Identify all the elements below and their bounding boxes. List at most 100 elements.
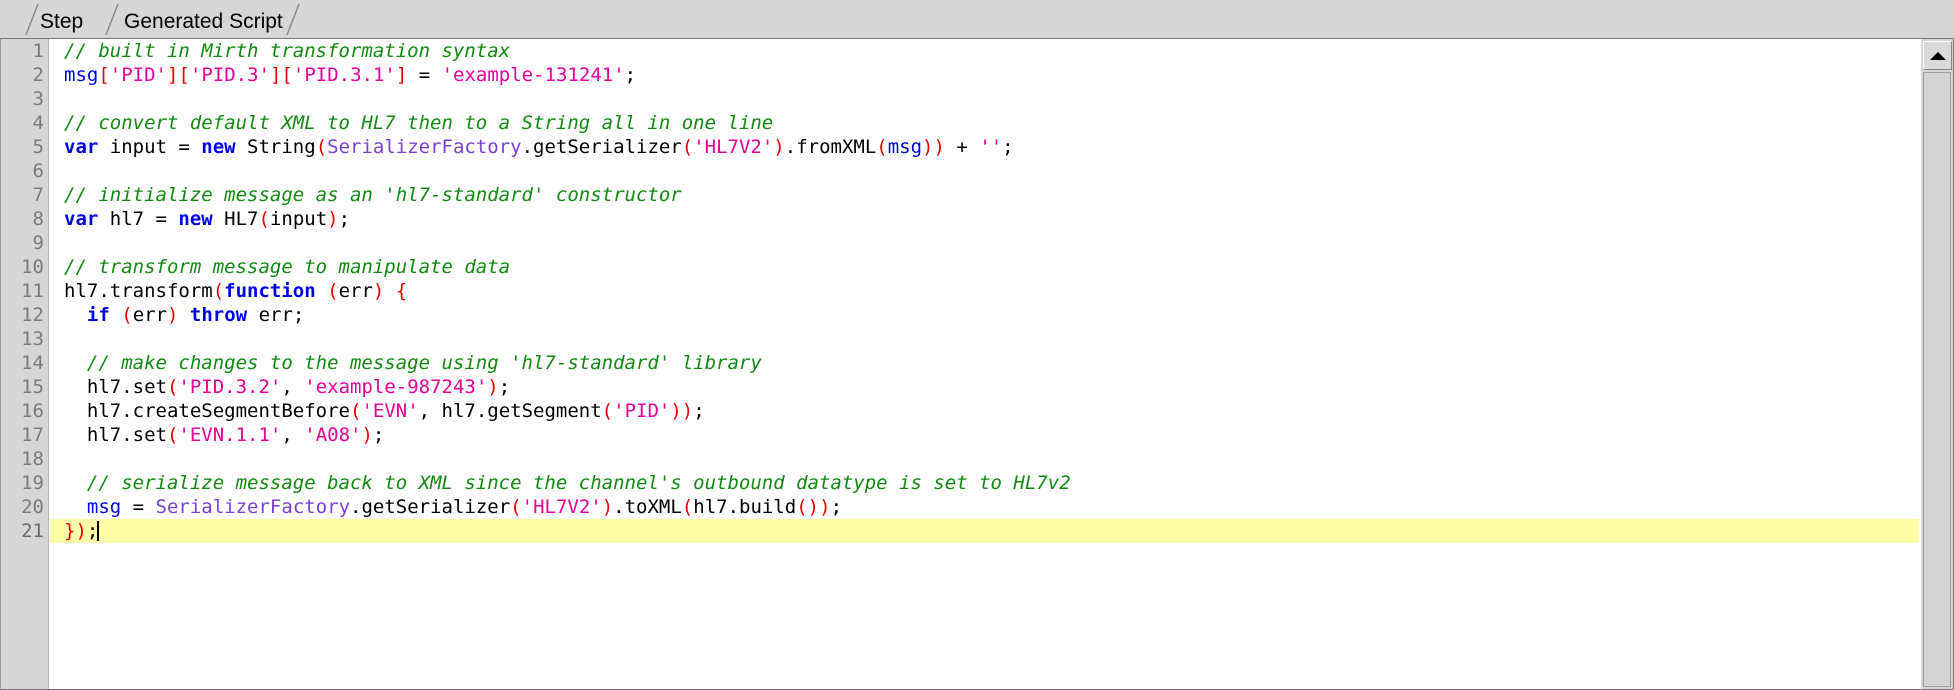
code-token-plain: .toXML [613, 496, 682, 518]
code-line[interactable]: hl7.createSegmentBefore('EVN', hl7.getSe… [50, 399, 1919, 423]
code-token-plain: err [338, 280, 373, 302]
code-token-plain: hl7.createSegmentBefore [64, 400, 350, 422]
code-line[interactable]: var input = new String(SerializerFactory… [50, 135, 1919, 159]
code-token-bracket: ) [922, 136, 934, 158]
code-line[interactable]: // transform message to manipulate data [50, 255, 1919, 279]
code-line[interactable]: hl7.set('EVN.1.1', 'A08'); [50, 423, 1919, 447]
code-line[interactable]: var hl7 = new HL7(input); [50, 207, 1919, 231]
code-token-bracket: ) [819, 496, 831, 518]
tab-step-label: Step [40, 9, 84, 33]
code-editor[interactable]: 1 2 3 4 5 6 7 8 9 10 11 12 13 14 15 16 17 18 19 20 21 // bui… [0, 38, 1954, 690]
code-token-plain: hl7 = [98, 208, 179, 230]
code-line[interactable]: if (err) throw err; [50, 303, 1919, 327]
code-token-plain: , hl7.getSegment [418, 400, 602, 422]
code-token-bracket: ) [75, 520, 87, 542]
code-line[interactable]: msg = SerializerFactory.getSerializer('H… [50, 495, 1919, 519]
code-line[interactable]: msg['PID']['PID.3']['PID.3.1'] = 'exampl… [50, 63, 1919, 87]
code-line[interactable]: hl7.transform(function (err) { [50, 279, 1919, 303]
code-token-bracket: ( [681, 496, 694, 518]
code-line[interactable]: // built in Mirth transformation syntax [50, 39, 1919, 63]
code-token-plain: err [132, 304, 168, 326]
code-line[interactable]: // serialize message back to XML since t… [50, 471, 1919, 495]
tab-separator-middle [105, 3, 119, 36]
code-token-comment: // make changes to the message using 'hl… [64, 352, 762, 374]
code-token-bracket: ) [773, 136, 785, 158]
line-number: 15 [21, 376, 44, 398]
code-token-bracket: ) [372, 280, 385, 302]
code-token-bracket: ( [601, 400, 614, 422]
code-token-keyword: throw [189, 304, 248, 326]
code-line[interactable] [50, 159, 1919, 183]
scrollbar-thumb[interactable] [1923, 72, 1951, 687]
code-token-string: 'PID.3.2' [178, 376, 282, 398]
code-token-plain: hl7.build [693, 496, 797, 518]
tab-step[interactable]: Step [40, 4, 83, 38]
code-token-plain: ; [830, 496, 843, 518]
code-line[interactable] [50, 87, 1919, 111]
line-number: 6 [32, 160, 44, 182]
code-token-plain: = [121, 496, 156, 518]
line-number: 11 [1, 279, 62, 303]
code-token-plain: ; [372, 424, 385, 446]
code-token-plain: ; [624, 64, 637, 86]
vertical-scrollbar[interactable] [1920, 39, 1953, 689]
code-token-plain: hl7.set [64, 424, 167, 446]
code-line[interactable]: hl7.set('PID.3.2', 'example-987243'); [50, 375, 1919, 399]
line-number: 19 [21, 472, 44, 494]
code-text-area[interactable]: // built in Mirth transformation syntax m… [50, 39, 1919, 689]
code-token-plain: HL7 [212, 208, 259, 230]
code-line[interactable] [50, 327, 1919, 351]
code-token-plain: ; [338, 208, 351, 230]
code-token-string: 'example-987243' [304, 376, 488, 398]
code-token-string: 'A08' [304, 424, 362, 446]
line-number: 21 [21, 520, 44, 542]
code-token-bracket: ( [315, 136, 328, 158]
code-token-plain: .getSerializer [521, 136, 682, 158]
line-number: 14 [21, 352, 44, 374]
code-token-bracket: ( [796, 496, 808, 518]
code-token-keyword: new [201, 136, 236, 158]
scroll-up-button[interactable] [1923, 41, 1952, 70]
code-token-comment: // initialize message as an 'hl7-standar… [64, 184, 682, 206]
line-number: 7 [32, 184, 44, 206]
code-line[interactable]: // convert default XML to HL7 then to a … [50, 111, 1919, 135]
code-token-plain: input = [98, 136, 202, 158]
code-token-plain: .fromXML [784, 136, 877, 158]
code-token-string: 'example-131241' [441, 64, 625, 86]
code-token-string: '' [979, 136, 1003, 158]
tab-generated-script-label: Generated Script [124, 9, 283, 33]
line-number: 3 [32, 88, 44, 110]
code-token-string: 'HL7V2' [521, 496, 602, 518]
code-token-string: 'HL7V2' [693, 136, 774, 158]
code-token-plain: + [944, 136, 980, 158]
line-number: 17 [21, 424, 44, 446]
code-token-bracket: ) [167, 304, 179, 326]
code-token-bracket: [ [98, 64, 110, 86]
line-number: 10 [21, 256, 44, 278]
code-token-keyword: var [64, 208, 99, 230]
line-number-gutter: 1 2 3 4 5 6 7 8 9 10 11 12 13 14 15 16 17 18 19 20 21 [1, 39, 62, 689]
code-line[interactable]: // make changes to the message using 'hl… [50, 351, 1919, 375]
code-line[interactable]: // initialize message as an 'hl7-standar… [50, 183, 1919, 207]
code-token-bracket: } [64, 520, 76, 542]
code-token-bracket: ) [670, 400, 682, 422]
code-token-plain: .getSerializer [350, 496, 511, 518]
code-line[interactable] [50, 447, 1919, 471]
code-token-class: SerializerFactory [327, 136, 522, 158]
line-number: 18 [21, 448, 44, 470]
line-number: 2 [32, 64, 44, 86]
code-token-bracket: { [395, 280, 408, 302]
tab-generated-script[interactable]: Generated Script [124, 4, 283, 38]
scrollbar-track[interactable] [1923, 72, 1951, 687]
code-line[interactable]: }); [50, 519, 1919, 543]
code-line[interactable] [50, 231, 1919, 255]
code-token-string: 'EVN.1.1' [178, 424, 282, 446]
line-number: 5 [32, 136, 44, 158]
code-token-string: 'PID.3.1' [292, 64, 396, 86]
code-token-bracket: ] [395, 64, 408, 86]
code-token-plain: , [281, 424, 305, 446]
code-token-plain: , [281, 376, 305, 398]
